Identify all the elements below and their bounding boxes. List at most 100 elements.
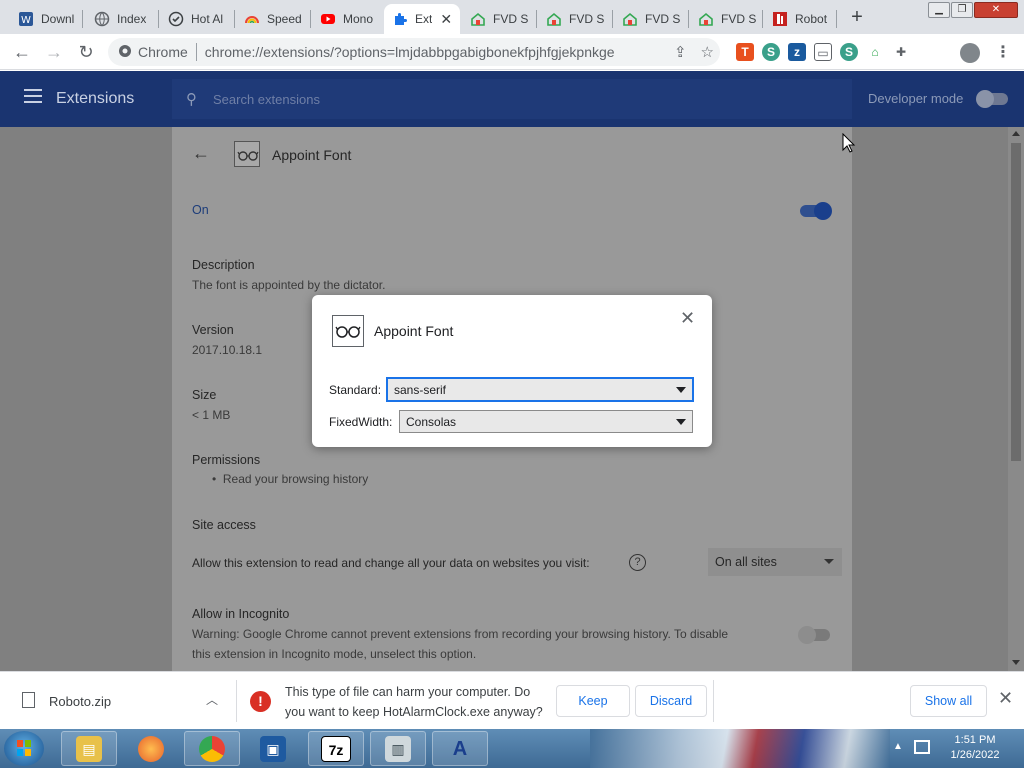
tab-label: FVD S — [493, 12, 529, 26]
s-ext-icon[interactable]: S — [840, 43, 858, 61]
start-button[interactable] — [4, 731, 44, 766]
taskbar-7zip[interactable]: 7z — [308, 731, 364, 766]
bookmark-star-icon[interactable]: ☆ — [701, 43, 714, 61]
developer-mode-label: Developer mode — [868, 91, 964, 106]
scroll-down-icon[interactable] — [1012, 660, 1020, 665]
fontforge-icon: A — [452, 737, 468, 760]
tab-close-icon[interactable]: ✕ — [440, 11, 452, 28]
extensions-puzzle-icon[interactable]: ✚ — [892, 43, 910, 61]
page-scrollbar[interactable] — [1008, 127, 1024, 671]
tab-fvd-1[interactable]: FVD S — [462, 4, 534, 34]
fixedwidth-font-select[interactable]: Consolas — [399, 410, 693, 433]
close-icon[interactable]: ✕ — [998, 688, 1013, 709]
tab-label: Robot — [795, 12, 828, 26]
z-ext-icon[interactable]: z — [788, 43, 806, 61]
taskbar-virtualbox[interactable]: ▣ — [245, 731, 301, 766]
site-access-text: Allow this extension to read and change … — [192, 556, 590, 570]
share-icon[interactable]: ⇪ — [674, 43, 687, 61]
clock-icon — [168, 11, 184, 27]
site-access-title: Site access — [192, 518, 256, 532]
standard-font-select[interactable]: sans-serif — [387, 378, 693, 401]
taskbar-fontforge[interactable]: A — [432, 731, 488, 766]
dialog-title: Appoint Font — [374, 323, 454, 339]
show-all-button[interactable]: Show all — [910, 685, 987, 717]
incognito-toggle[interactable] — [798, 626, 830, 644]
taskbar-firefox[interactable] — [123, 731, 179, 766]
download-file-name[interactable]: Roboto.zip — [49, 694, 111, 709]
extension-icons: T S z ▭ S ⌂ ✚ — [736, 43, 910, 61]
tab-mono[interactable]: Mono — [312, 4, 384, 34]
taskbar-chrome[interactable] — [184, 731, 240, 766]
hamburger-menu-icon[interactable] — [24, 89, 42, 103]
tab-index[interactable]: Index — [86, 4, 158, 34]
keep-button[interactable]: Keep — [556, 685, 630, 717]
clock-time: 1:51 PM — [954, 734, 996, 746]
developer-mode-toggle[interactable] — [976, 90, 1008, 108]
scroll-thumb[interactable] — [1011, 143, 1021, 461]
window-close-button[interactable]: ✕ — [974, 2, 1018, 18]
tab-fvd-4[interactable]: FVD S — [690, 4, 762, 34]
tab-label: Downl — [41, 12, 75, 26]
url-separator — [195, 43, 197, 61]
tab-label: FVD S — [645, 12, 681, 26]
tab-speed[interactable]: Speed — [236, 4, 308, 34]
restore-button[interactable]: ❐ — [951, 2, 973, 18]
browser-toolbar: ← → ↻ Chrome chrome://extensions/?option… — [0, 34, 1024, 70]
appoint-font-ext-icon[interactable]: ▭ — [814, 43, 832, 61]
tab-label: FVD S — [721, 12, 757, 26]
tab-roboto[interactable]: Robot — [764, 4, 836, 34]
reload-button[interactable]: ↻ — [74, 40, 98, 64]
network-icon[interactable] — [914, 740, 930, 754]
enabled-toggle[interactable] — [800, 202, 832, 220]
font-ext-icon[interactable]: T — [736, 43, 754, 61]
tab-strip: W Downl Index Hot Al Speed Mono Ext ✕ FV… — [0, 0, 1024, 34]
minimize-button[interactable]: ▁ — [928, 2, 950, 18]
close-icon[interactable]: ✕ — [680, 309, 695, 327]
chevron-up-icon[interactable]: ︿ — [206, 691, 218, 708]
extensions-header: Extensions ⚲ Search extensions Developer… — [0, 71, 1024, 127]
forward-button[interactable]: → — [42, 40, 66, 64]
tab-downloads[interactable]: W Downl — [10, 4, 78, 34]
address-bar[interactable]: Chrome chrome://extensions/?options=lmjd… — [108, 38, 720, 66]
back-arrow-icon[interactable]: ← — [192, 143, 210, 164]
site-access-select[interactable]: On all sites — [708, 548, 842, 576]
taskbar-monitor[interactable]: ▥ — [370, 731, 426, 766]
site-access-value: On all sites — [715, 555, 777, 569]
tab-extensions[interactable]: Ext ✕ — [384, 4, 460, 34]
fixedwidth-font-label: FixedWidth: — [329, 415, 393, 429]
enabled-label: On — [192, 203, 209, 217]
clock-date: 1/26/2022 — [950, 749, 1000, 761]
tab-separator — [234, 10, 235, 28]
version-title: Version — [192, 323, 234, 337]
taskbar-explorer[interactable]: ▤ — [61, 731, 117, 766]
tab-separator — [836, 10, 837, 28]
tab-hot-alarm[interactable]: Hot Al — [160, 4, 232, 34]
incognito-title: Allow in Incognito — [192, 607, 290, 621]
chrome-icon — [199, 735, 225, 762]
profile-avatar[interactable] — [960, 43, 980, 63]
tab-fvd-2[interactable]: FVD S — [538, 4, 610, 34]
discard-button[interactable]: Discard — [635, 685, 707, 717]
warning-icon: ! — [250, 691, 271, 712]
tab-label: Mono — [343, 12, 374, 26]
s-ext-icon[interactable]: S — [762, 43, 780, 61]
search-placeholder: Search extensions — [213, 91, 320, 107]
menu-kebab-icon[interactable]: ⋮ — [995, 42, 1011, 62]
scroll-up-icon[interactable] — [1012, 131, 1020, 136]
tab-fvd-3[interactable]: FVD S — [614, 4, 686, 34]
fixedwidth-font-value: Consolas — [406, 415, 457, 429]
fvd-house-icon — [546, 11, 562, 27]
warning-line-1: This type of file can harm your computer… — [285, 685, 531, 699]
help-icon[interactable]: ? — [629, 554, 646, 571]
system-clock[interactable]: 1:51 PM 1/26/2022 — [944, 733, 1006, 763]
extension-options-dialog: Appoint Font ✕ Standard: sans-serif Fixe… — [312, 295, 712, 447]
mouse-cursor-icon — [842, 132, 856, 156]
size-value: < 1 MB — [192, 408, 231, 422]
back-button[interactable]: ← — [10, 40, 34, 64]
new-tab-button[interactable]: + — [846, 6, 868, 28]
tray-expand-icon[interactable]: ▲ — [893, 741, 903, 752]
warning-line-2: you want to keep HotAlarmClock.exe anywa… — [285, 705, 543, 719]
tab-separator — [310, 10, 311, 28]
search-box[interactable]: ⚲ Search extensions — [172, 79, 852, 119]
fvd-house-icon[interactable]: ⌂ — [866, 43, 884, 61]
